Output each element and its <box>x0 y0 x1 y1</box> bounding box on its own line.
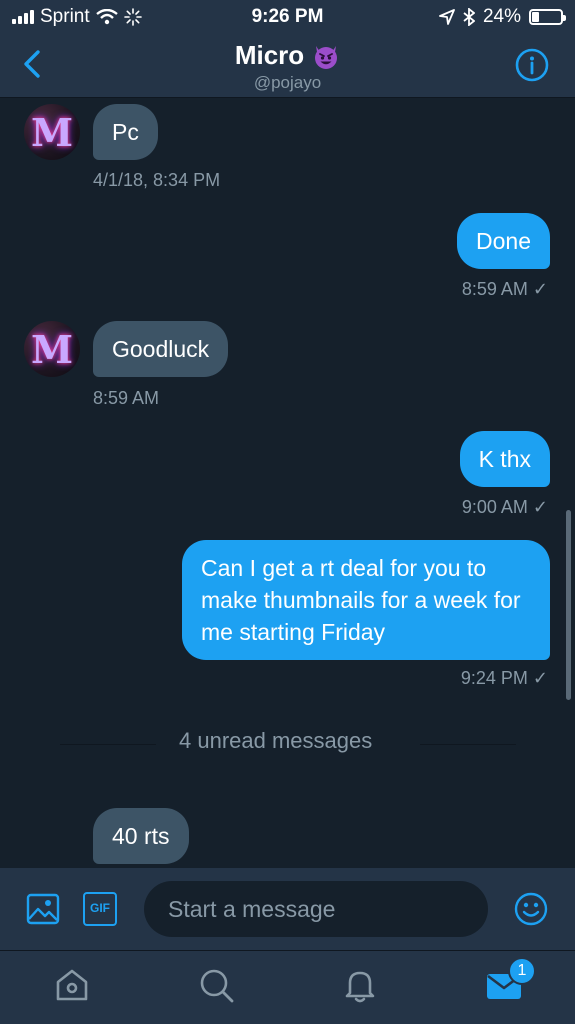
status-bar: Sprint 9:26 PM 24% <box>0 0 575 34</box>
conversation-header: Micro @pojayo <box>0 34 575 98</box>
info-icon[interactable] <box>515 48 549 82</box>
scrollbar[interactable] <box>566 510 571 700</box>
unread-messages-divider: 4 unread messages <box>179 728 373 753</box>
contact-avatar[interactable]: M <box>24 104 80 160</box>
contact-handle: @pojayo <box>253 73 322 92</box>
outgoing-message-bubble[interactable]: Can I get a rt deal for you to make thum… <box>182 540 550 660</box>
incoming-message-bubble[interactable]: Pc <box>93 104 158 160</box>
message-timestamp: 8:59 AM <box>93 388 160 408</box>
bluetooth-icon <box>463 8 475 26</box>
message-timestamp: 8:59 AM ✓ <box>461 279 548 299</box>
message-timestamp: 9:00 AM ✓ <box>461 497 548 517</box>
message-composer: GIF <box>0 868 575 950</box>
divider-line <box>420 744 516 745</box>
battery-percent: 24% <box>482 6 521 27</box>
message-input[interactable] <box>144 881 488 937</box>
message-timestamp: 4/1/18, 8:34 PM <box>93 170 221 190</box>
search-icon[interactable] <box>196 965 236 1005</box>
incoming-message-bubble[interactable]: 40 rts <box>93 808 189 864</box>
contact-avatar[interactable]: M <box>24 321 80 377</box>
incoming-message-bubble[interactable]: Goodluck <box>93 321 229 377</box>
avatar-letter: M <box>30 110 74 155</box>
location-icon <box>439 9 455 25</box>
divider-line <box>60 744 156 745</box>
smiling-devil-emoji-icon <box>315 45 338 69</box>
home-icon[interactable] <box>52 965 92 1005</box>
messages-badge: 1 <box>508 957 536 985</box>
avatar-letter: M <box>30 327 74 372</box>
notifications-bell-icon[interactable] <box>340 965 380 1005</box>
outgoing-message-bubble[interactable]: Done <box>457 213 550 269</box>
outgoing-message-bubble[interactable]: K thx <box>459 431 550 487</box>
gif-button[interactable]: GIF <box>83 892 117 926</box>
emoji-icon[interactable] <box>514 892 548 926</box>
message-timestamp: 9:24 PM ✓ <box>460 668 548 688</box>
message-thread[interactable]: M Pc 4/1/18, 8:34 PM Done 8:59 AM ✓ M Go… <box>0 98 575 868</box>
status-right: 24% <box>439 6 566 28</box>
battery-icon <box>529 9 566 25</box>
contact-name: Micro <box>234 40 305 70</box>
tab-bar: 1 <box>0 950 575 1024</box>
conversation-title[interactable]: Micro @pojayo <box>0 40 575 93</box>
image-icon[interactable] <box>26 892 60 926</box>
